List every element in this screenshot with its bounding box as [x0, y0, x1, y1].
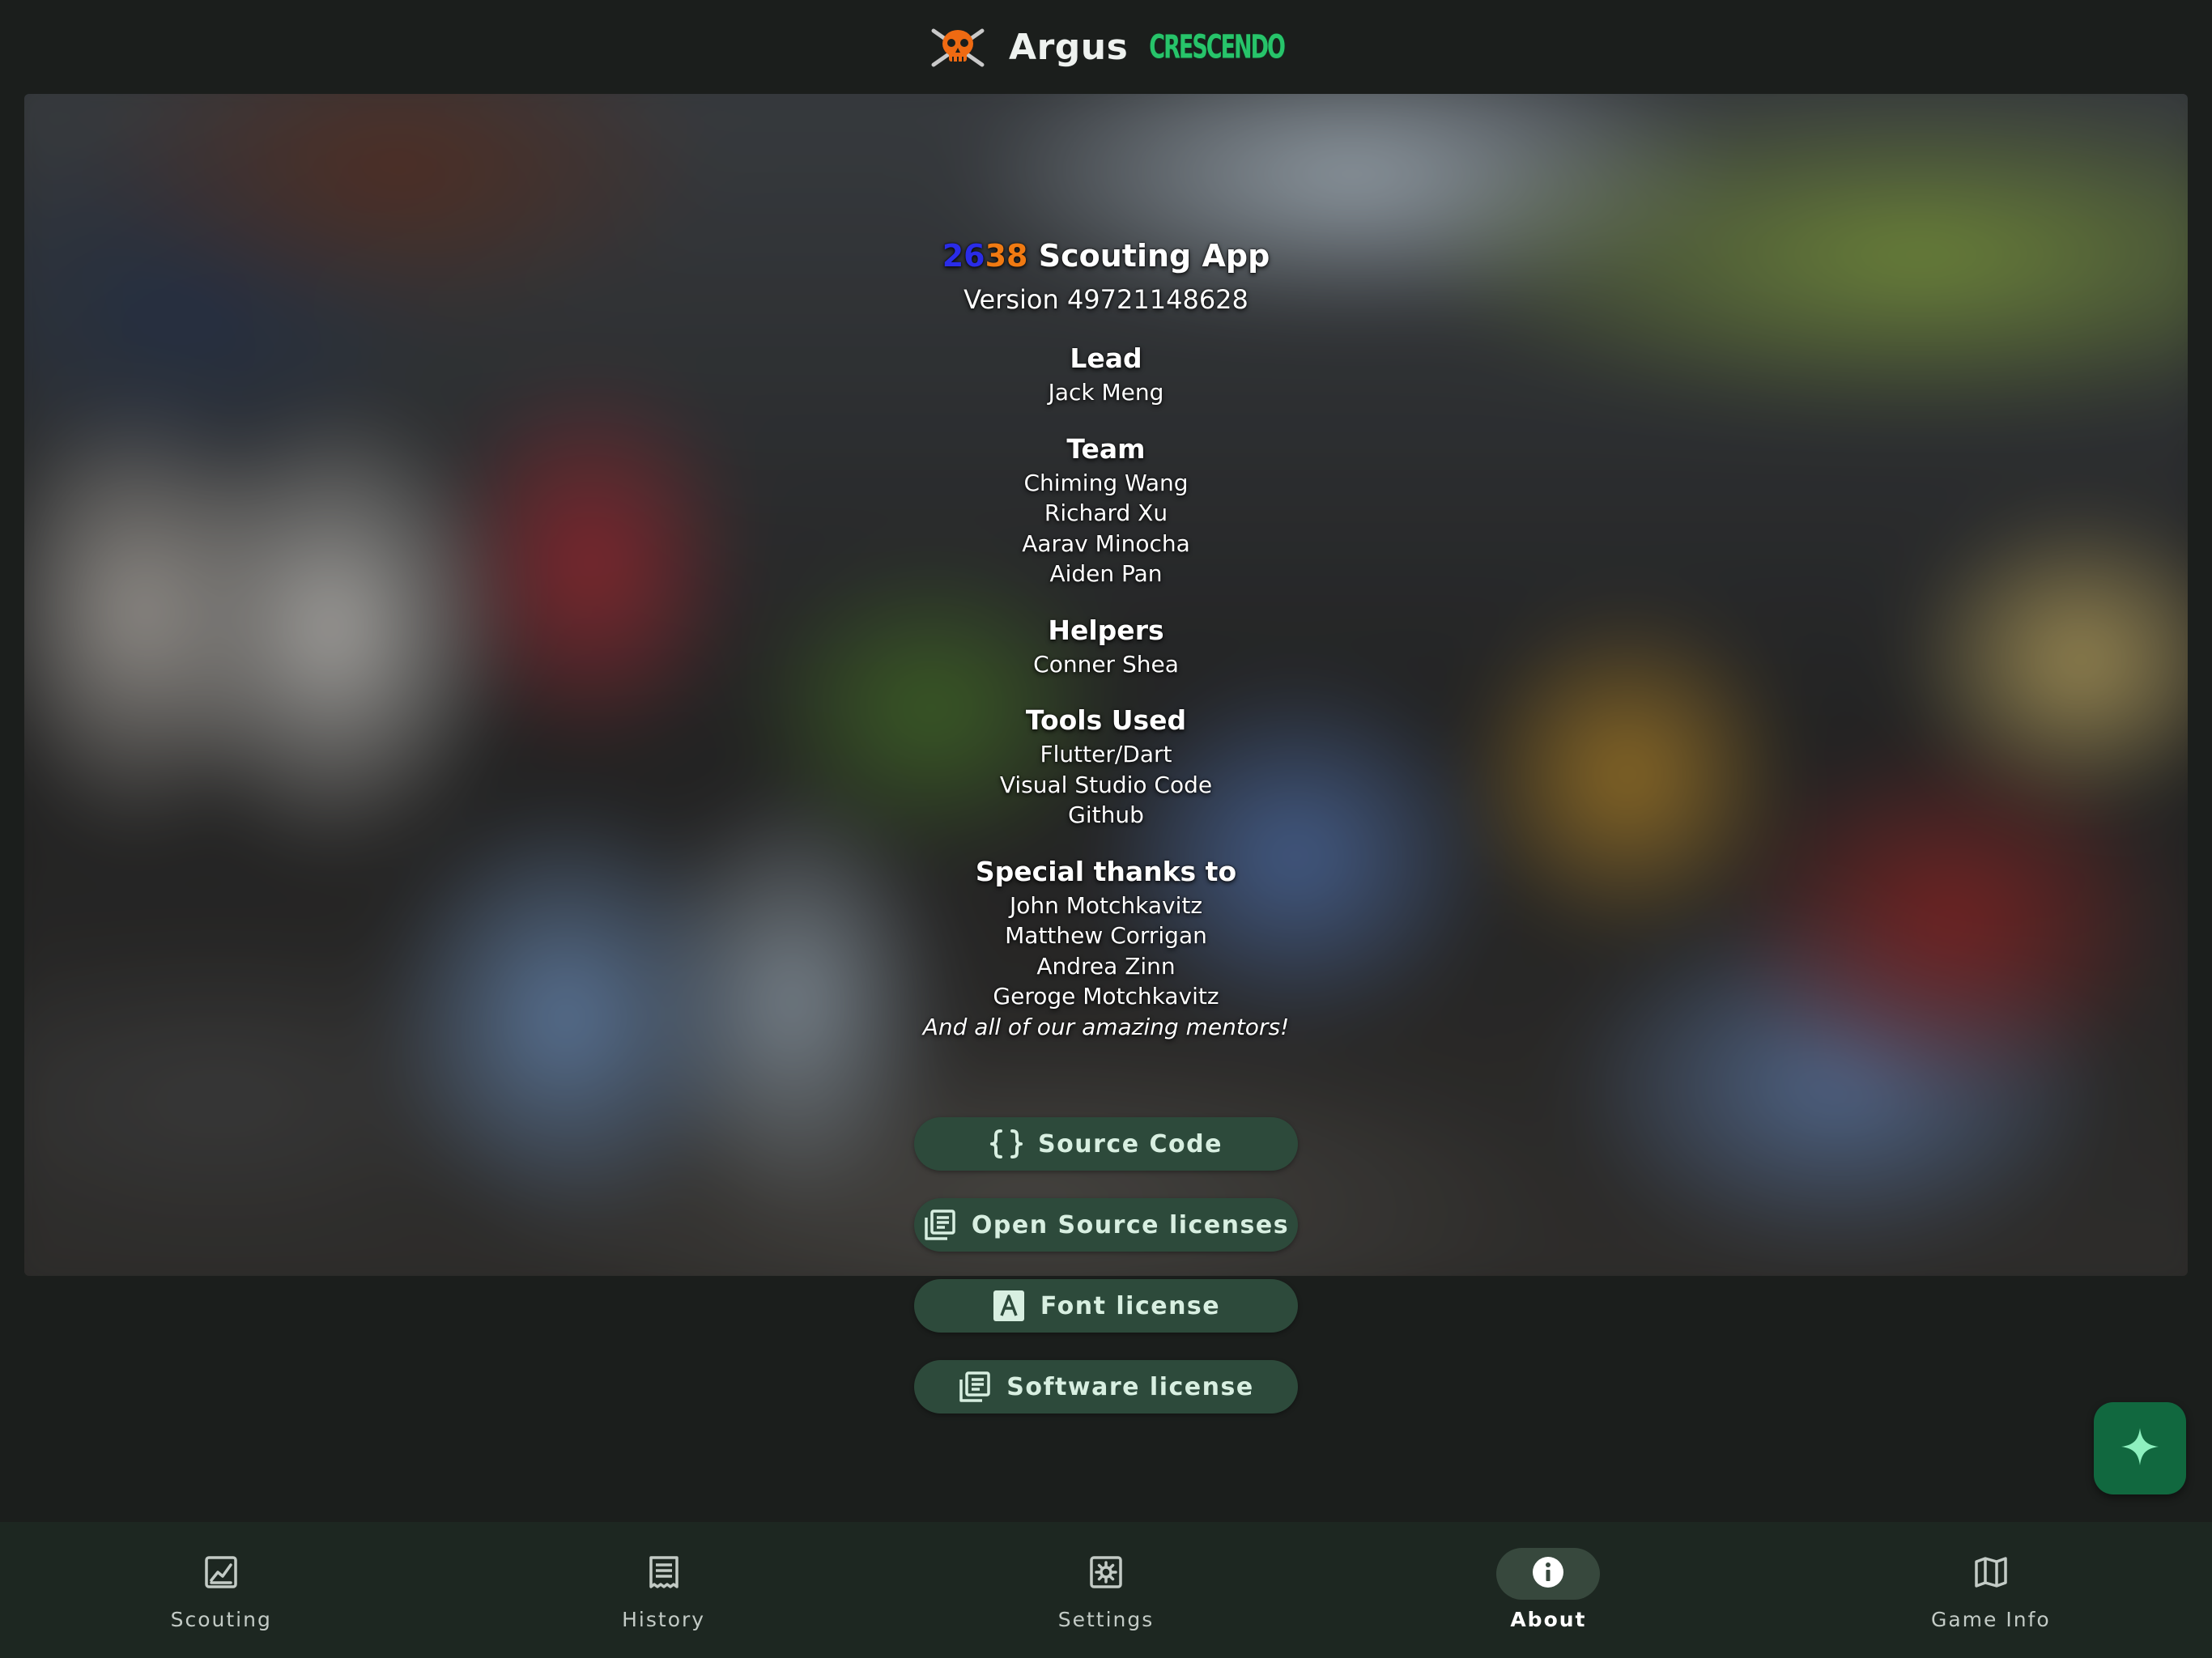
tool-name: Visual Studio Code	[999, 771, 1213, 798]
nav-label-game-info: Game Info	[1930, 1608, 2051, 1631]
nav-item-scouting[interactable]: Scouting	[0, 1522, 442, 1658]
top-app-bar: Argus CRESCENDO	[0, 0, 2212, 94]
info-icon	[1530, 1554, 1566, 1593]
sparkle-fab-button[interactable]	[2094, 1402, 2186, 1494]
credits-block: 2638 Scouting App Version 49721148628 Le…	[701, 230, 1511, 1042]
nav-item-settings[interactable]: Settings	[885, 1522, 1327, 1658]
team-number-first-half: 26	[942, 238, 985, 274]
nav-indicator	[1054, 1548, 1158, 1600]
font-license-label: Font license	[1040, 1291, 1221, 1320]
tool-name: Flutter/Dart	[1040, 741, 1172, 767]
team-number-second-half: 38	[985, 238, 1028, 274]
curly-braces-icon	[989, 1127, 1023, 1161]
team-member-name: Aarav Minocha	[1022, 529, 1190, 557]
section-title-tools: Tools Used	[1025, 704, 1187, 736]
team-member-name: Aiden Pan	[1049, 560, 1163, 587]
thanks-name: John Motchkavitz	[1009, 891, 1203, 919]
thanks-name: Andrea Zinn	[1036, 952, 1176, 980]
source-code-label: Source Code	[1038, 1129, 1223, 1158]
source-code-button[interactable]: Source Code	[914, 1117, 1298, 1171]
library-books-icon	[923, 1208, 957, 1242]
app-heading-text: Scouting App	[1027, 238, 1270, 274]
nav-label-about: About	[1510, 1608, 1587, 1631]
software-license-label: Software license	[1006, 1372, 1254, 1401]
nav-label-history: History	[622, 1608, 706, 1631]
app-heading: 2638 Scouting App	[701, 230, 1511, 282]
app-title: Argus	[1009, 26, 1129, 68]
section-title-team: Team	[1066, 432, 1146, 465]
nav-label-scouting: Scouting	[170, 1608, 272, 1631]
nav-item-game-info[interactable]: Game Info	[1770, 1522, 2212, 1658]
version-text: Version 49721148628	[963, 284, 1249, 315]
section-title-special-thanks: Special thanks to	[975, 855, 1237, 887]
team-member-name: Richard Xu	[1044, 500, 1168, 526]
nav-indicator	[169, 1548, 273, 1600]
bottom-navigation-bar: Scouting History Settings About Game Inf…	[0, 1522, 2212, 1658]
library-books-icon	[958, 1370, 992, 1404]
software-license-button[interactable]: Software license	[914, 1360, 1298, 1414]
tool-name: Github	[1068, 801, 1144, 828]
section-title-helpers: Helpers	[1048, 614, 1164, 646]
lead-name: Jack Meng	[1048, 379, 1164, 406]
open-source-licenses-label: Open Source licenses	[971, 1210, 1290, 1239]
nav-indicator-active	[1496, 1548, 1601, 1600]
section-title-lead: Lead	[1070, 342, 1142, 374]
settings-gear-icon	[1088, 1554, 1124, 1593]
nav-indicator	[1939, 1548, 2043, 1600]
thanks-name: Matthew Corrigan	[1005, 922, 1207, 949]
helper-name: Conner Shea	[1033, 650, 1179, 678]
team-member-name: Chiming Wang	[1023, 469, 1189, 496]
skull-logo-icon	[928, 23, 988, 71]
thanks-name: Geroge Motchkavitz	[993, 983, 1219, 1010]
chart-icon	[203, 1554, 239, 1593]
font-license-button[interactable]: Font license	[914, 1279, 1298, 1333]
nav-label-settings: Settings	[1057, 1608, 1155, 1631]
open-source-licenses-button[interactable]: Open Source licenses	[914, 1198, 1298, 1252]
mentors-thanks: And all of our amazing mentors!	[922, 1013, 1290, 1040]
nav-indicator	[612, 1548, 716, 1600]
nav-item-about[interactable]: About	[1327, 1522, 1769, 1658]
font-letter-a-icon	[992, 1289, 1026, 1323]
game-logo-crescendo: CRESCENDO	[1149, 28, 1286, 66]
receipt-list-icon	[646, 1554, 682, 1593]
sparkle-icon	[2120, 1426, 2160, 1470]
nav-item-history[interactable]: History	[442, 1522, 884, 1658]
map-icon	[1973, 1554, 2009, 1593]
